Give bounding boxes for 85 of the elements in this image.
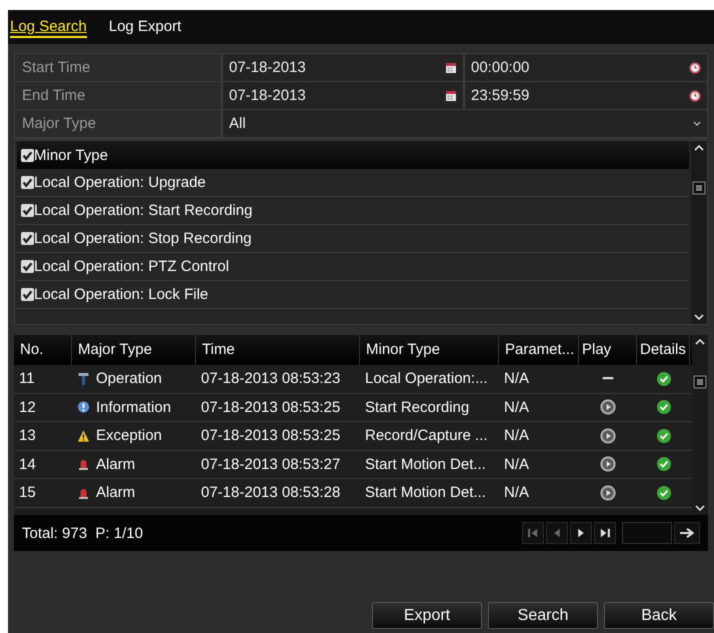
table-cell-text: 15 [18,483,37,504]
next-page-button[interactable] [570,522,592,544]
table-cell-text: N/A [503,483,530,504]
last-page-button[interactable] [594,522,616,544]
back-button[interactable]: Back [604,602,714,629]
table-cell-text: Start Motion Det... [364,454,487,475]
column-header: Major Type [72,335,196,365]
tab[interactable]: Log Search [10,18,87,38]
table-cell: Information [96,398,172,416]
table-cell-text: N/A [503,398,530,418]
column-header: Paramet... [499,335,579,365]
table-cell-text: 14 [18,454,37,475]
table-cell-text: 07-18-2013 08:53:25 [200,398,342,418]
play-icon[interactable] [600,484,616,501]
arrow-right-icon [678,526,696,540]
info-icon [77,400,90,414]
table-cell-text: Start Motion Det... [364,483,487,504]
hammer-icon [77,372,90,386]
table-cell: Exception [96,427,162,444]
table-cell-text: 12 [18,398,37,418]
total-count: Total: 973 P: 1/10 [22,524,143,542]
column-header: Time [196,335,360,365]
table-cell-text: N/A [503,369,530,390]
scrollbar[interactable] [692,335,708,515]
play-icon[interactable] [600,456,616,472]
check-circle-icon[interactable] [656,484,672,501]
time-field[interactable]: 00:00:00 [465,54,707,81]
table-cell-text: 07-18-2013 08:53:28 [200,483,342,504]
checkbox[interactable] [21,204,34,217]
clock-icon[interactable] [689,90,701,102]
calendar-icon[interactable] [445,90,457,102]
check-circle-icon[interactable] [656,399,672,416]
column-header: Minor Type [360,335,499,365]
list-item[interactable]: Local Operation: PTZ Control [34,258,230,275]
table-cell-text: Record/Capture ... [364,426,489,446]
checkbox[interactable] [21,288,34,301]
date-field[interactable]: 07-18-2013 [223,82,465,109]
time-field[interactable]: 23:59:59 [465,82,707,109]
check-circle-icon[interactable] [656,456,672,472]
checkbox[interactable] [21,176,34,189]
play-icon[interactable] [600,428,616,444]
scroll-thumb-icon[interactable] [692,181,706,195]
play-icon[interactable] [600,399,616,416]
list-item[interactable]: Local Operation: Lock File [34,286,208,303]
calendar-icon[interactable] [445,62,457,74]
go-button[interactable] [674,522,700,544]
clock-icon[interactable] [689,62,701,74]
first-page-button[interactable] [522,522,544,544]
checkbox[interactable] [21,232,34,245]
search-button[interactable]: Search [488,602,598,629]
skip-end-icon [598,526,612,540]
column-header: No. [14,335,72,365]
chevron-down-icon [693,121,701,126]
table-cell: Alarm [96,456,136,473]
alarm-light-icon [77,457,90,472]
scrollbar[interactable] [691,141,707,324]
table-cell-text: 11 [18,369,36,390]
table-cell-text: 07-18-2013 08:53:25 [200,426,342,446]
export-button[interactable]: Export [372,602,482,629]
checkbox[interactable] [21,260,34,273]
warning-icon [77,428,90,443]
column-header: Play [579,335,637,365]
list-item[interactable]: Local Operation: Start Recording [34,202,252,219]
table-cell-text: 07-18-2013 08:53:27 [200,454,342,475]
table-cell-text: N/A [503,426,530,446]
table-cell: Alarm [96,484,136,502]
tab[interactable]: Log Export [108,18,182,38]
table-cell: Operation [96,370,162,388]
date-field[interactable]: 07-18-2013 [223,54,465,81]
skip-start-icon [526,526,540,540]
major-type-dropdown[interactable]: All [223,110,707,137]
table-cell-text: Start Recording [364,398,470,418]
page-input[interactable] [622,522,672,544]
list-item[interactable]: Local Operation: Stop Recording [34,230,252,247]
list-item[interactable]: Local Operation: Upgrade [34,174,206,191]
table-cell-text: N/A [503,454,530,475]
scroll-thumb-icon[interactable] [693,375,707,389]
table-cell-text: 07-18-2013 08:53:23 [200,369,342,390]
column-header: Details [637,335,690,365]
checkbox[interactable] [21,148,34,162]
table-cell-text: 13 [18,426,37,446]
check-circle-icon[interactable] [656,370,672,387]
check-circle-icon[interactable] [656,428,672,444]
list-header: Minor Type [34,146,108,164]
table-cell-text: Local Operation:... [364,369,489,390]
